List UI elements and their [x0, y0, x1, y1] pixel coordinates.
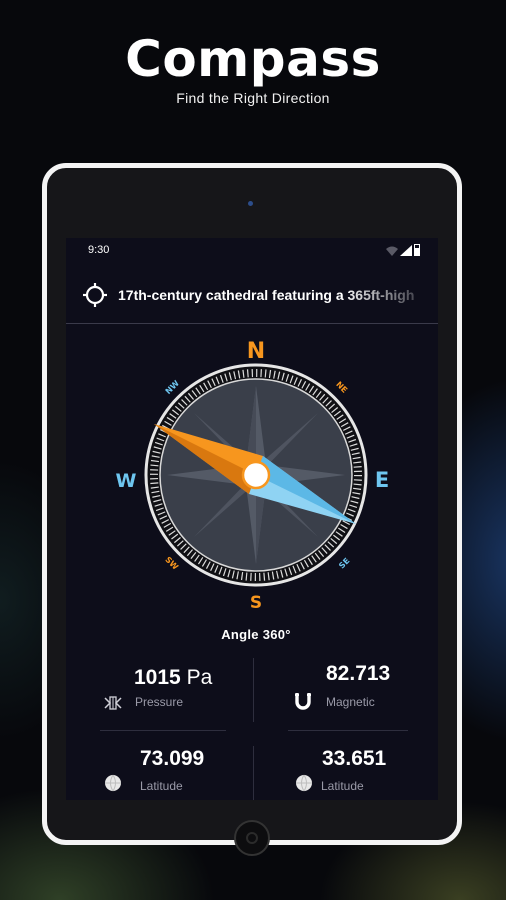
magnet-icon	[295, 693, 311, 710]
latitude-label-2: Latitude	[321, 779, 364, 793]
northwest-label: NW	[164, 379, 181, 396]
stats-divider-vertical-bottom	[253, 746, 254, 800]
status-bar: 9:30	[66, 238, 438, 262]
target-icon	[83, 283, 107, 307]
battery-icon	[414, 244, 420, 256]
northeast-label: NE	[334, 380, 349, 395]
latitude-value-1: 73.099	[140, 747, 205, 770]
pressure-value: 1015	[134, 666, 181, 689]
system-icons	[386, 244, 426, 258]
home-button[interactable]	[234, 820, 270, 856]
latitude-value-2: 33.651	[322, 747, 387, 770]
pressure-label: Pressure	[135, 695, 184, 709]
south-label: S	[250, 593, 262, 613]
magnetic-label: Magnetic	[326, 695, 375, 709]
promo-subtitle: Find the Right Direction	[176, 90, 330, 106]
pressure-icon	[104, 696, 122, 710]
southeast-label: SE	[337, 556, 351, 570]
west-label: W	[116, 470, 137, 492]
promo-title: Compass	[125, 30, 381, 88]
magnetic-value: 82.713	[326, 662, 391, 685]
compass-dial[interactable]: N S W E NW NE SW SE	[106, 334, 406, 620]
north-label: N	[247, 339, 265, 364]
camera-icon	[248, 201, 253, 206]
stats-divider-left	[100, 730, 226, 731]
status-time: 9:30	[88, 244, 110, 256]
signal-icon	[400, 245, 412, 256]
globe-icon	[296, 774, 312, 792]
latitude-label-1: Latitude	[140, 779, 183, 793]
globe-icon	[105, 774, 121, 792]
angle-readout: Angle 360°	[221, 627, 291, 642]
east-label: E	[375, 468, 389, 492]
stats-divider-vertical-top	[253, 658, 254, 722]
pressure-unit: Pa	[186, 666, 213, 689]
wifi-icon	[386, 246, 398, 256]
app-screen: 9:30 17th-century cathedral featuring a …	[66, 238, 438, 800]
location-text: 17th-century cathedral featuring a 365ft…	[118, 287, 415, 303]
stats-divider-right	[288, 730, 408, 731]
southwest-label: SW	[163, 555, 180, 572]
location-bar[interactable]: 17th-century cathedral featuring a 365ft…	[66, 268, 438, 324]
